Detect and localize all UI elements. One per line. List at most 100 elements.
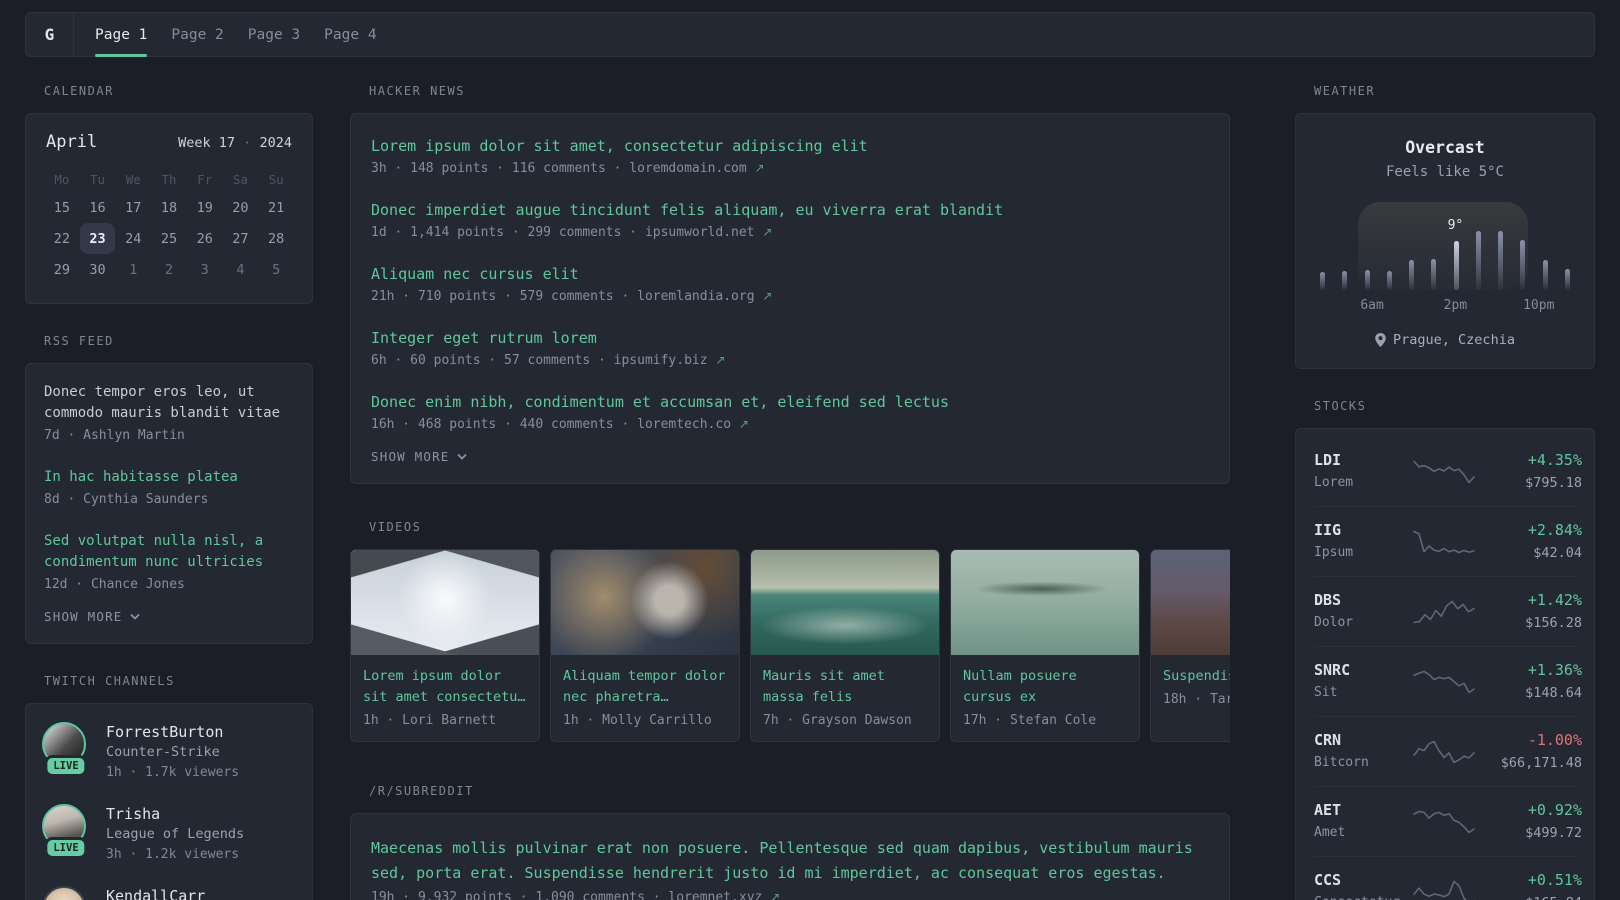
calendar-day[interactable]: 22 (44, 223, 80, 254)
story-domain-link[interactable]: loremtech.co ↗ (637, 417, 749, 432)
story-title-link[interactable]: Lorem ipsum dolor sit amet, consectetur … (371, 136, 1209, 157)
channel-avatar (42, 886, 86, 900)
subreddit-section: /R/SUBREDDIT Maecenas mollis pulvinar er… (350, 784, 1230, 900)
external-link-icon: ↗ (762, 289, 773, 303)
stock-row[interactable]: LDI Lorem +4.35% $795.18 (1314, 437, 1582, 507)
calendar-day[interactable]: 24 (115, 223, 151, 254)
stock-row[interactable]: AET Amet +0.92% $499.72 (1314, 787, 1582, 857)
twitch-channel-list: LIVE ForrestBurton Counter-Strike 1h · 1… (42, 722, 296, 900)
twitch-channel-row[interactable]: LIVE ForrestBurton Counter-Strike 1h · 1… (42, 722, 296, 782)
calendar-day[interactable]: 1 (115, 254, 151, 285)
calendar-weekday: We (125, 171, 141, 187)
stock-name: Lorem (1314, 475, 1354, 490)
rss-feed-widget: Donec tempor eros leo, ut commodo mauris… (25, 363, 313, 644)
calendar-day[interactable]: 30 (80, 254, 116, 285)
video-card-body: Suspendisse diam 18h · Tara (1151, 655, 1230, 720)
rss-item-title-link[interactable]: Sed volutpat nulla nisl, a condimentum n… (44, 531, 294, 573)
page-tab[interactable]: Page 2 (171, 13, 223, 56)
story-meta: 3h · 148 points · 116 comments · loremdo… (371, 161, 765, 176)
stock-row[interactable]: CRN Bitcorn -1.00% $66,171.48 (1314, 717, 1582, 787)
stock-row[interactable]: DBS Dolor +1.42% $156.28 (1314, 577, 1582, 647)
calendar-day[interactable]: 17 (115, 192, 151, 223)
video-title-link[interactable]: Nullam posuere cursus ex (963, 666, 1127, 708)
current-temperature-label: 9° (1447, 218, 1464, 233)
weather-time-labels: 6am 2pm 10pm (1320, 298, 1570, 316)
story-title-link[interactable]: Donec imperdiet augue tincidunt felis al… (371, 200, 1209, 221)
stock-name: Consectetur (1314, 894, 1406, 900)
video-title-link[interactable]: Aliquam tempor dolor nec pharetra… (563, 666, 727, 708)
stock-quote: +0.92% $499.72 (1482, 801, 1582, 842)
weather-bar (1520, 240, 1526, 290)
story-title-link[interactable]: Aliquam nec cursus elit (371, 264, 1209, 285)
rss-item-meta: 7d · Ashlyn Martin (44, 428, 185, 443)
rss-item-title-link[interactable]: In hac habitasse platea (44, 467, 294, 488)
video-title-link[interactable]: Lorem ipsum dolor sit amet consectetu… (363, 666, 527, 708)
calendar-day[interactable]: 2 (151, 254, 187, 285)
calendar-day[interactable]: 19 (187, 192, 223, 223)
video-card[interactable]: Mauris sit amet massa felis 7h · Grayson… (750, 549, 940, 742)
rss-item-title-link[interactable]: Donec tempor eros leo, ut commodo mauris… (44, 382, 294, 424)
stock-symbol: LDI (1314, 451, 1342, 469)
calendar-day[interactable]: 29 (44, 254, 80, 285)
rss-show-more-button[interactable]: SHOW MORE (44, 609, 140, 624)
stock-identity: SNRC Sit (1314, 661, 1406, 702)
weather-bar (1498, 231, 1504, 290)
stock-row[interactable]: SNRC Sit +1.36% $148.64 (1314, 647, 1582, 717)
calendar-weekday: Fr (197, 171, 213, 187)
page-tab[interactable]: Page 3 (248, 13, 300, 56)
story-title-link[interactable]: Donec enim nibh, condimentum et accumsan… (371, 392, 1209, 413)
video-card[interactable]: Lorem ipsum dolor sit amet consectetu… 1… (350, 549, 540, 742)
video-card[interactable]: Suspendisse diam 18h · Tara (1150, 549, 1230, 742)
calendar-day[interactable]: 15 (44, 192, 80, 223)
post-domain-link[interactable]: loremnet.xyz ↗ (668, 890, 780, 900)
calendar-day[interactable]: 20 (223, 192, 259, 223)
calendar-day[interactable]: 4 (223, 254, 259, 285)
video-thumbnail[interactable] (1151, 550, 1230, 655)
story-domain-link[interactable]: loremdomain.com ↗ (629, 161, 764, 176)
video-thumbnail[interactable] (951, 550, 1139, 655)
hacker-news-show-more-button[interactable]: SHOW MORE (371, 449, 467, 464)
video-thumbnail[interactable] (551, 550, 739, 655)
video-thumbnail[interactable] (351, 550, 539, 655)
video-card[interactable]: Nullam posuere cursus ex 17h · Stefan Co… (950, 549, 1140, 742)
story-domain-link[interactable]: loremlandia.org ↗ (637, 289, 772, 304)
calendar-day[interactable]: 28 (258, 223, 294, 254)
stock-sparkline (1413, 460, 1475, 483)
calendar-day[interactable]: 16 (80, 192, 116, 223)
stock-price: $66,171.48 (1500, 755, 1582, 771)
rss-item-meta: 12d · Chance Jones (44, 577, 185, 592)
calendar-day[interactable]: 3 (187, 254, 223, 285)
weather-bar (1431, 259, 1437, 290)
story-domain-link[interactable]: ipsumify.biz ↗ (614, 353, 726, 368)
weather-feels-like: Feels like 5°C (1385, 164, 1504, 180)
stock-change-percent: -1.00% (1527, 731, 1582, 749)
calendar-days-grid: 15 16 17 18 19 20 21 22 23 24 25 26 27 28 29 30 1 2 3 4 5 (44, 192, 294, 285)
story-domain-link[interactable]: ipsumworld.net ↗ (645, 225, 772, 240)
calendar-day[interactable]: 5 (258, 254, 294, 285)
story-title-link[interactable]: Integer eget rutrum lorem (371, 328, 1209, 349)
calendar-day[interactable]: 27 (223, 223, 259, 254)
twitch-channel-row[interactable]: LIVE KendallCarr (42, 886, 296, 900)
video-card[interactable]: Aliquam tempor dolor nec pharetra… 1h · … (550, 549, 740, 742)
calendar-day[interactable]: 18 (151, 192, 187, 223)
video-thumbnail[interactable] (751, 550, 939, 655)
twitch-channel-row[interactable]: LIVE Trisha League of Legends 3h · 1.2k … (42, 804, 296, 864)
stock-row[interactable]: CCS Consectetur +0.51% $165.84 (1314, 857, 1582, 900)
calendar-day[interactable]: 25 (151, 223, 187, 254)
calendar-day[interactable]: 26 (187, 223, 223, 254)
video-title-link[interactable]: Mauris sit amet massa felis (763, 666, 927, 708)
app-logo[interactable]: G (26, 13, 73, 56)
stock-symbol: DBS (1314, 591, 1342, 609)
stock-symbol: CCS (1314, 871, 1342, 889)
stock-row[interactable]: IIG Ipsum +2.84% $42.04 (1314, 507, 1582, 577)
calendar-day[interactable]: 21 (258, 192, 294, 223)
page-tab[interactable]: Page 4 (324, 13, 376, 56)
video-title-link[interactable]: Suspendisse diam (1163, 666, 1230, 687)
stock-change-percent: +2.84% (1527, 521, 1582, 539)
left-column: CALENDAR April Week 17 · 2024 Mo Tu We Th Fr… (25, 84, 313, 900)
top-navigation-bar: G Page 1 Page 2 Page 3 Page 4 (25, 12, 1595, 57)
calendar-day[interactable]: 23 (79, 223, 116, 254)
page-tab[interactable]: Page 1 (95, 13, 148, 57)
stock-symbol: IIG (1314, 521, 1342, 539)
post-title-link[interactable]: Maecenas mollis pulvinar erat non posuer… (371, 836, 1209, 886)
